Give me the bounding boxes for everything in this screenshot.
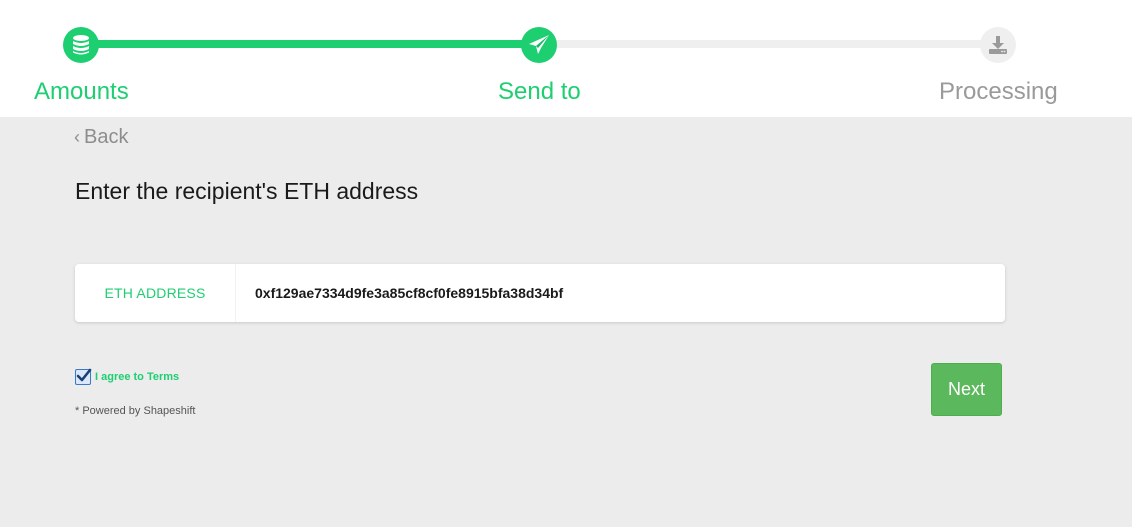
step-label-processing: Processing <box>939 78 1058 105</box>
chevron-left-icon: ‹ <box>74 127 80 147</box>
powered-by-note: * Powered by Shapeshift <box>75 405 196 417</box>
eth-address-card: ETH ADDRESS <box>75 264 1005 322</box>
terms-row: I agree to Terms <box>75 368 179 385</box>
page-title: Enter the recipient's ETH address <box>75 178 419 204</box>
back-label: Back <box>84 126 129 148</box>
progress-track-completed <box>82 40 540 48</box>
step-amounts-circle[interactable] <box>63 27 99 63</box>
eth-address-label: ETH ADDRESS <box>104 285 206 301</box>
next-button[interactable]: Next <box>931 363 1002 416</box>
paper-plane-icon <box>529 35 549 54</box>
step-label-amounts[interactable]: Amounts <box>34 77 129 107</box>
terms-link[interactable]: I agree to Terms <box>95 371 179 383</box>
step-send-to-circle[interactable] <box>521 27 557 63</box>
back-link[interactable]: ‹ Back <box>74 125 128 149</box>
download-icon <box>989 36 1007 54</box>
eth-address-input[interactable] <box>236 273 1005 313</box>
progress-track-remaining <box>540 40 998 48</box>
step-label-send-to[interactable]: Send to <box>498 77 581 107</box>
step-processing-circle[interactable] <box>980 27 1016 63</box>
terms-checkbox[interactable] <box>75 368 92 385</box>
progress-stepper: Amounts Send to Processing <box>0 0 1132 117</box>
checkmark-icon <box>76 368 92 382</box>
database-icon <box>73 35 89 55</box>
